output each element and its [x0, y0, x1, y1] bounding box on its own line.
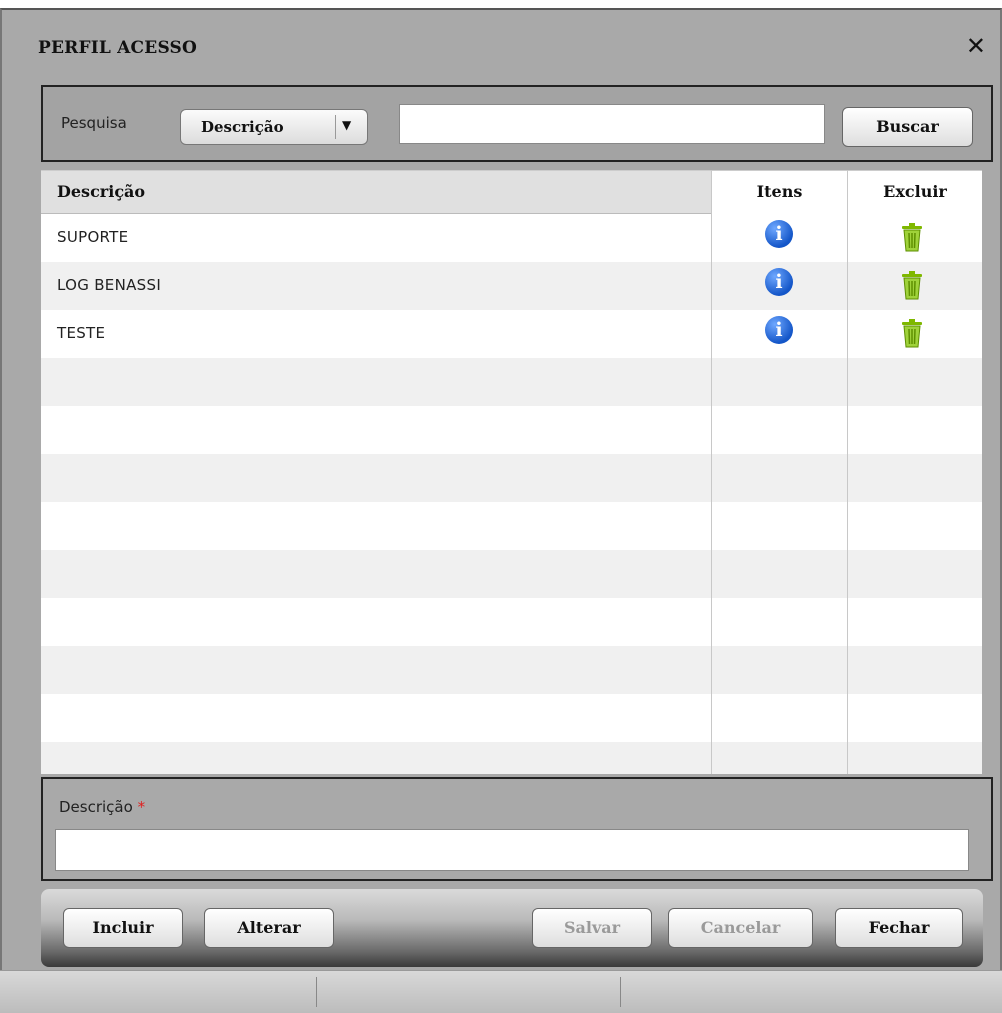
- row-descricao: LOG BENASSI: [57, 276, 162, 294]
- table-row[interactable]: TESTE i: [41, 310, 982, 358]
- info-icon[interactable]: i: [765, 316, 793, 344]
- combo-divider: [335, 115, 336, 139]
- trash-icon[interactable]: [899, 318, 925, 348]
- fechar-button[interactable]: Fechar: [835, 908, 963, 948]
- salvar-button[interactable]: Salvar: [532, 908, 652, 948]
- descricao-form-panel: Descrição *: [41, 777, 993, 881]
- buscar-button[interactable]: Buscar: [842, 107, 973, 147]
- column-divider: [847, 170, 848, 774]
- column-header-excluir[interactable]: Excluir: [847, 171, 982, 214]
- alterar-button[interactable]: Alterar: [204, 908, 334, 948]
- descricao-field-label: Descrição *: [59, 798, 145, 816]
- status-bar: [0, 970, 1002, 1013]
- chevron-down-icon[interactable]: ▼: [342, 118, 351, 132]
- search-field-select[interactable]: Descrição ▼: [180, 109, 368, 145]
- empty-row: [41, 598, 982, 646]
- grid-header: Descrição Itens Excluir: [41, 170, 982, 214]
- empty-row: [41, 646, 982, 694]
- descricao-input[interactable]: [55, 829, 969, 871]
- action-toolbar: Incluir Alterar Salvar Cancelar Fechar: [41, 889, 983, 967]
- empty-row: [41, 502, 982, 550]
- empty-row: [41, 694, 982, 742]
- descricao-label-text: Descrição: [59, 798, 133, 816]
- column-header-itens[interactable]: Itens: [711, 171, 847, 214]
- close-icon[interactable]: ✕: [966, 34, 986, 58]
- column-header-descricao[interactable]: Descrição: [57, 171, 145, 215]
- search-input[interactable]: [399, 104, 825, 144]
- info-icon[interactable]: i: [765, 220, 793, 248]
- perfil-acesso-dialog: PERFIL ACESSO ✕ Pesquisa Descrição ▼ Bus…: [0, 8, 1002, 1012]
- table-row[interactable]: LOG BENASSI i: [41, 262, 982, 310]
- row-descricao: SUPORTE: [57, 228, 129, 246]
- trash-icon[interactable]: [899, 222, 925, 252]
- table-row[interactable]: SUPORTE i: [41, 214, 982, 262]
- search-panel: Pesquisa Descrição ▼ Buscar: [41, 85, 993, 162]
- empty-row: [41, 550, 982, 598]
- status-bar-divider: [620, 977, 621, 1007]
- empty-row: [41, 742, 982, 774]
- results-grid: Descrição Itens Excluir SUPORTE i LOG BE…: [41, 170, 982, 774]
- incluir-button[interactable]: Incluir: [63, 908, 183, 948]
- dialog-title: PERFIL ACESSO: [38, 38, 198, 58]
- empty-row: [41, 358, 982, 406]
- trash-icon[interactable]: [899, 270, 925, 300]
- empty-row: [41, 454, 982, 502]
- empty-row: [41, 406, 982, 454]
- row-descricao: TESTE: [57, 324, 106, 342]
- required-marker: *: [137, 798, 146, 816]
- column-divider: [711, 170, 712, 774]
- grid-rows: SUPORTE i LOG BENASSI i TESTE i: [41, 214, 982, 774]
- status-bar-divider: [316, 977, 317, 1007]
- cancelar-button[interactable]: Cancelar: [668, 908, 813, 948]
- search-field-value: Descrição: [201, 118, 284, 136]
- info-icon[interactable]: i: [765, 268, 793, 296]
- search-label: Pesquisa: [61, 114, 127, 132]
